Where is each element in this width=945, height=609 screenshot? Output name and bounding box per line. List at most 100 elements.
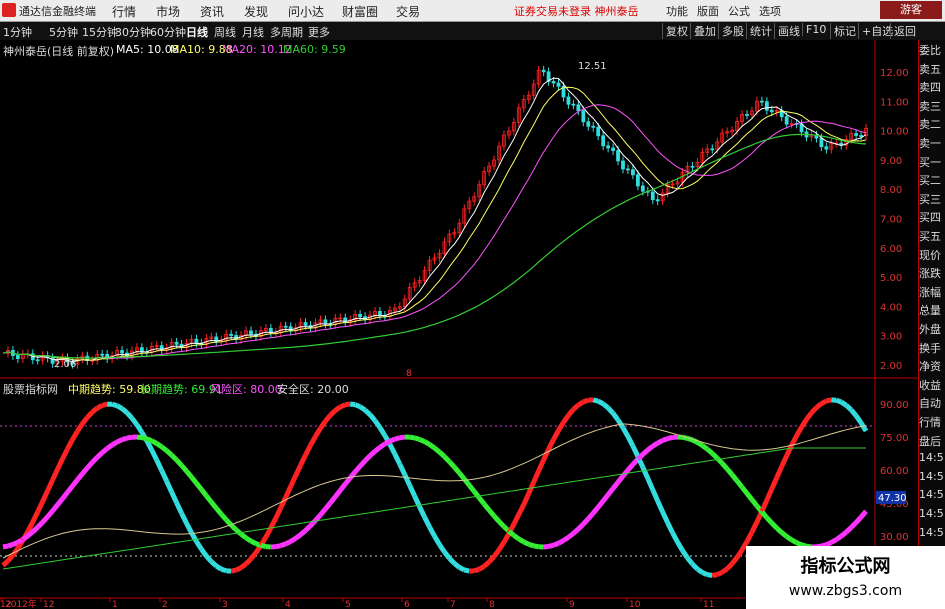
- side-panel-item[interactable]: 14:5: [919, 488, 945, 501]
- candle-body: [640, 185, 645, 192]
- side-panel-item[interactable]: 卖四: [919, 79, 945, 95]
- tf-60min[interactable]: 60分钟: [150, 24, 186, 40]
- mid-trend-segment: [244, 557, 253, 566]
- menu-market[interactable]: 市场: [156, 3, 180, 20]
- side-panel-item[interactable]: 卖五: [919, 61, 945, 77]
- menu-wealth[interactable]: 财富圈: [342, 3, 378, 20]
- mid-trend-segment: [706, 572, 713, 578]
- long-trend-segment: [552, 540, 560, 548]
- tool-stats[interactable]: 统计: [746, 23, 775, 39]
- tf-weekly[interactable]: 周线: [214, 24, 236, 40]
- long-trend-segment: [651, 440, 660, 449]
- side-panel-item[interactable]: 总量: [919, 302, 945, 318]
- ma20-label: MA20: 10.12: [222, 43, 292, 56]
- side-panel-item[interactable]: 14:5: [919, 526, 945, 539]
- tf-5min[interactable]: 5分钟: [49, 24, 78, 40]
- tool-multi-stock[interactable]: 多股: [718, 23, 747, 39]
- menu-options[interactable]: 选项: [759, 3, 781, 19]
- side-panel-item[interactable]: 行情: [919, 414, 945, 430]
- menu-bar: [0, 0, 945, 22]
- side-panel-item[interactable]: 买五: [919, 228, 945, 244]
- long-trend-segment: [533, 543, 540, 550]
- side-panel-item[interactable]: 自动: [919, 395, 945, 411]
- menu-quotes[interactable]: 行情: [112, 3, 136, 20]
- long-trend-segment: [100, 446, 109, 455]
- side-panel-item[interactable]: 14:5: [919, 507, 945, 520]
- mid-trend-segment: [725, 561, 734, 571]
- menu-layout[interactable]: 版面: [697, 3, 719, 19]
- guest-button[interactable]: 游客: [880, 1, 942, 19]
- mid-trend-segment: [844, 403, 853, 412]
- side-panel-item[interactable]: 委比: [919, 42, 945, 58]
- chart-canvas[interactable]: 12.0011.0010.009.008.007.006.005.004.003…: [0, 40, 918, 609]
- indicator-tick-label: 75.00: [880, 433, 909, 444]
- side-panel-item[interactable]: 卖二: [919, 116, 945, 132]
- price-tick-label: 9.00: [880, 156, 902, 167]
- tf-monthly[interactable]: 月线: [242, 24, 264, 40]
- tf-30min[interactable]: 30分钟: [115, 24, 151, 40]
- menu-discover[interactable]: 发现: [244, 3, 268, 20]
- tool-mark[interactable]: 标记: [830, 23, 859, 39]
- long-trend-segment: [547, 542, 555, 549]
- long-trend-segment: [284, 539, 292, 547]
- long-trend-segment: [95, 450, 104, 460]
- side-panel-item[interactable]: 现价: [919, 247, 945, 263]
- tool-overlay[interactable]: 叠加: [690, 23, 719, 39]
- side-panel-item[interactable]: 14:5: [919, 470, 945, 483]
- long-trend-segment: [289, 536, 297, 544]
- price-tick-label: 12.00: [880, 68, 909, 79]
- side-panel-item[interactable]: 涨幅: [919, 284, 945, 300]
- candle-body: [541, 69, 546, 73]
- candle-body: [690, 165, 695, 168]
- tf-multi[interactable]: 多周期: [270, 24, 303, 40]
- menu-news[interactable]: 资讯: [200, 3, 224, 20]
- side-panel-item[interactable]: 涨跌: [919, 265, 945, 281]
- side-panel-item[interactable]: 14:5: [919, 451, 945, 464]
- login-notice[interactable]: 证券交易未登录 神州泰岳: [514, 3, 639, 19]
- menu-trade[interactable]: 交易: [396, 3, 420, 20]
- long-trend-segment: [576, 522, 586, 531]
- side-panel-item[interactable]: 换手: [919, 340, 945, 356]
- long-trend-segment: [710, 451, 719, 460]
- long-trend-segment: [26, 529, 35, 538]
- side-panel-item[interactable]: 买一: [919, 154, 945, 170]
- long-trend-segment: [141, 435, 148, 442]
- tool-adjust[interactable]: 复权: [662, 23, 691, 39]
- mid-trend-segment: [349, 401, 356, 408]
- tf-15min[interactable]: 15分钟: [82, 24, 118, 40]
- long-trend-segment: [566, 531, 575, 540]
- mid-trend-segment: [328, 408, 338, 417]
- mid-trend-segment: [90, 406, 99, 415]
- tf-more[interactable]: 更多: [308, 24, 330, 40]
- candle-body: [551, 80, 556, 84]
- side-panel-item[interactable]: 买四: [919, 209, 945, 225]
- side-panel-item[interactable]: 盘后: [919, 433, 945, 449]
- long-trend-segment: [834, 534, 843, 542]
- side-panel-item[interactable]: 卖三: [919, 98, 945, 114]
- side-panel-item[interactable]: 净资: [919, 358, 945, 374]
- long-trend-segment: [780, 530, 789, 539]
- price-tick-label: 7.00: [880, 215, 902, 226]
- long-trend-segment: [790, 537, 798, 545]
- mid-trend-segment: [214, 563, 223, 572]
- candle-body: [139, 347, 144, 353]
- mid-trend-segment: [1, 559, 10, 568]
- side-panel-item[interactable]: 外盘: [919, 321, 945, 337]
- time-tick-label: 3: [222, 600, 228, 609]
- menu-formula[interactable]: 公式: [728, 3, 750, 19]
- long-trend-segment: [155, 441, 164, 449]
- candle-body: [859, 135, 863, 137]
- tool-f10[interactable]: F10: [802, 23, 829, 36]
- side-panel-item[interactable]: 收益: [919, 377, 945, 393]
- menu-ask[interactable]: 问小达: [288, 3, 324, 20]
- tool-draw[interactable]: 画线: [774, 23, 803, 39]
- menu-functions[interactable]: 功能: [666, 3, 688, 19]
- tf-1min[interactable]: 1分钟: [3, 24, 32, 40]
- tf-daily[interactable]: 日线: [186, 24, 208, 40]
- side-panel-item[interactable]: 买二: [919, 172, 945, 188]
- side-panel-item[interactable]: 买三: [919, 191, 945, 207]
- side-panel-item[interactable]: 卖一: [919, 135, 945, 151]
- ma60-label: MA60: 9.59: [283, 43, 346, 56]
- mid-trend-segment: [463, 567, 470, 574]
- tool-back[interactable]: 返回: [890, 23, 919, 39]
